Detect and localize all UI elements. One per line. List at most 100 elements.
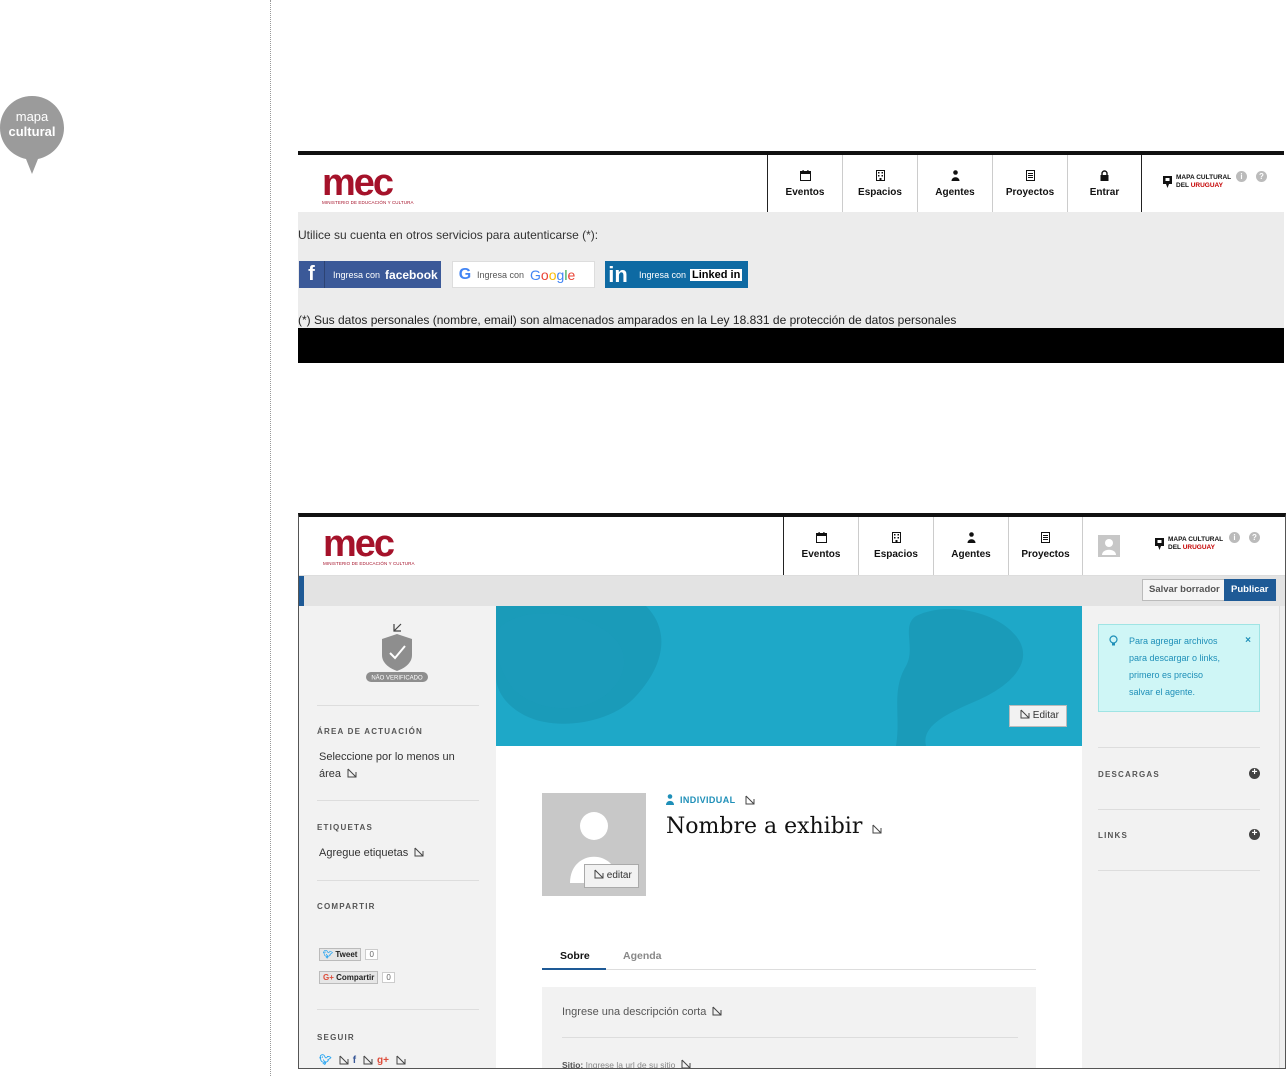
agent-type-selector[interactable]: INDIVIDUAL xyxy=(666,794,755,805)
svg-text:cultural: cultural xyxy=(9,124,56,139)
nav-espacios[interactable]: Espacios xyxy=(858,517,933,575)
tab-sobre[interactable]: Sobre xyxy=(560,950,590,962)
gplus-count: 0 xyxy=(382,972,395,983)
mapa-cultural-logo[interactable]: mapa cultural xyxy=(0,96,64,174)
profile-avatar: editar xyxy=(542,793,646,896)
description-box: Ingrese una descripción corta Sitio: Ing… xyxy=(542,987,1036,1068)
nav-eventos[interactable]: Eventos xyxy=(767,155,842,212)
nav-proyectos[interactable]: Proyectos xyxy=(992,155,1067,212)
tip-line-2: para descargar o links, xyxy=(1129,653,1221,663)
area-selector[interactable]: Seleccione por lo menos un área xyxy=(319,749,479,783)
info-icon[interactable]: i xyxy=(1229,532,1240,543)
facebook-brand: facebook xyxy=(385,267,438,282)
edit-icon xyxy=(1020,709,1030,719)
nav-agentes[interactable]: Agentes xyxy=(933,517,1008,575)
map-pin-icon xyxy=(1155,538,1164,550)
links-title: LINKS xyxy=(1098,831,1128,840)
content-tabs: Sobre Agenda xyxy=(542,946,1036,970)
facebook-login-button[interactable]: f Ingresa con facebook xyxy=(299,261,441,288)
tweet-label: Tweet xyxy=(335,950,358,959)
share-section-title: COMPARTIR xyxy=(317,902,376,911)
lock-icon xyxy=(1100,169,1109,181)
person-icon xyxy=(666,794,674,805)
edit-icon[interactable] xyxy=(414,847,424,857)
google-login-button[interactable]: G Ingresa con Google xyxy=(452,261,595,288)
tags-text: Agregue etiquetas xyxy=(319,847,409,859)
gplus-icon: G+ xyxy=(323,973,334,982)
follow-section-title: SEGUIR xyxy=(317,1033,355,1042)
nav-espacios[interactable]: Espacios xyxy=(842,155,917,212)
help-icon[interactable]: ? xyxy=(1256,171,1267,182)
downloads-section[interactable]: DESCARGAS + xyxy=(1098,768,1260,779)
nav-eventos-label: Eventos xyxy=(785,186,825,198)
agent-name-field[interactable]: Nombre a exhibir xyxy=(666,814,882,839)
short-description-placeholder: Ingrese una descripción corta xyxy=(562,1006,707,1018)
map-pin-icon xyxy=(1163,176,1172,188)
cover-pattern xyxy=(496,606,1024,746)
nav-espacios-label: Espacios xyxy=(874,549,918,560)
edit-icon xyxy=(712,1006,722,1016)
building-icon xyxy=(875,169,885,181)
linkedin-brand: Linked in xyxy=(690,268,743,281)
lightbulb-icon xyxy=(1109,635,1118,646)
help-icon[interactable]: ? xyxy=(1249,532,1260,543)
divider xyxy=(1098,870,1260,871)
mapa-cultural-uruguay-logo[interactable]: MAPA CULTURAL DEL URUGUAY xyxy=(1155,536,1223,552)
tags-input[interactable]: Agregue etiquetas xyxy=(319,845,479,862)
info-tip: × Para agregar archivos para descargar o… xyxy=(1098,624,1260,712)
nav-entrar-label: Entrar xyxy=(1089,186,1120,198)
cover-edit-button[interactable]: Editar xyxy=(1009,705,1067,727)
mec-logo-sub: MINISTERIO DE EDUCACIÓN Y CULTURA xyxy=(323,561,415,566)
short-description-field[interactable]: Ingrese una descripción corta xyxy=(562,1006,722,1018)
auth-instruction: Utilice su cuenta en otros servicios par… xyxy=(298,228,599,242)
google-brand: Google xyxy=(530,266,576,283)
info-icon[interactable]: i xyxy=(1236,171,1247,182)
gplus-icon[interactable]: g+ xyxy=(377,1055,389,1066)
close-icon[interactable]: × xyxy=(1245,632,1251,649)
downloads-title: DESCARGAS xyxy=(1098,770,1160,779)
mapa-cultural-uruguay-logo[interactable]: MAPA CULTURAL DEL URUGUAY xyxy=(1163,174,1231,190)
save-draft-button[interactable]: Salvar borrador xyxy=(1142,579,1227,601)
tab-agenda[interactable]: Agenda xyxy=(623,950,662,962)
scrollbar[interactable] xyxy=(1279,606,1285,1068)
facebook-icon: f xyxy=(299,261,325,288)
nav-eventos[interactable]: Eventos xyxy=(783,517,858,575)
gplus-share-button[interactable]: G+ Compartir 0 xyxy=(319,971,395,984)
shield-check-icon[interactable]: NÃO VERIFICADO xyxy=(362,621,432,691)
nav-agentes[interactable]: Agentes xyxy=(917,155,992,212)
add-download-icon[interactable]: + xyxy=(1249,768,1260,779)
avatar-edit-button[interactable]: editar xyxy=(584,864,639,888)
tweet-button[interactable]: 🐦︎ Tweet 0 xyxy=(319,948,378,961)
facebook-icon[interactable]: f xyxy=(353,1055,356,1066)
user-avatar[interactable] xyxy=(1098,535,1120,557)
edit-icon[interactable] xyxy=(347,768,357,778)
mec-logo[interactable]: mec MINISTERIO DE EDUCACIÓN Y CULTURA xyxy=(322,164,414,205)
divider xyxy=(1098,809,1260,810)
site-field[interactable]: Sitio: Ingrese la url de su sitio xyxy=(562,1059,691,1068)
mcu-line2a: DEL xyxy=(1168,544,1183,551)
divider xyxy=(562,1037,1018,1038)
edit-icon[interactable] xyxy=(396,1055,406,1065)
edit-icon xyxy=(745,795,754,804)
twitter-icon[interactable]: 🐦︎ xyxy=(319,1055,332,1066)
google-icon: G xyxy=(458,265,472,283)
mec-logo[interactable]: mec MINISTERIO DE EDUCACIÓN Y CULTURA xyxy=(323,525,415,566)
tip-line-1: Para agregar archivos xyxy=(1129,636,1218,646)
linkedin-login-button[interactable]: in Ingresa con Linked in xyxy=(605,261,748,288)
cover-image: Editar xyxy=(496,606,1082,746)
add-link-icon[interactable]: + xyxy=(1249,829,1260,840)
divider xyxy=(1098,747,1260,748)
divider xyxy=(317,800,479,801)
mcu-line2a: DEL xyxy=(1176,182,1191,189)
links-section[interactable]: LINKS + xyxy=(1098,829,1260,840)
edit-icon[interactable] xyxy=(363,1055,373,1065)
nav-proyectos[interactable]: Proyectos xyxy=(1008,517,1083,575)
left-sidebar: NÃO VERIFICADO ÁREA DE ACTUACIÓN Selecci… xyxy=(299,606,496,1068)
google-prefix: Ingresa con xyxy=(477,269,525,280)
edit-icon[interactable] xyxy=(339,1055,349,1065)
nav-eventos-label: Eventos xyxy=(801,549,841,560)
nav-agentes-label: Agentes xyxy=(935,186,975,198)
publish-button[interactable]: Publicar xyxy=(1224,579,1276,601)
topbar: mec MINISTERIO DE EDUCACIÓN Y CULTURA Ev… xyxy=(298,151,1284,212)
nav-entrar[interactable]: Entrar xyxy=(1067,155,1142,212)
